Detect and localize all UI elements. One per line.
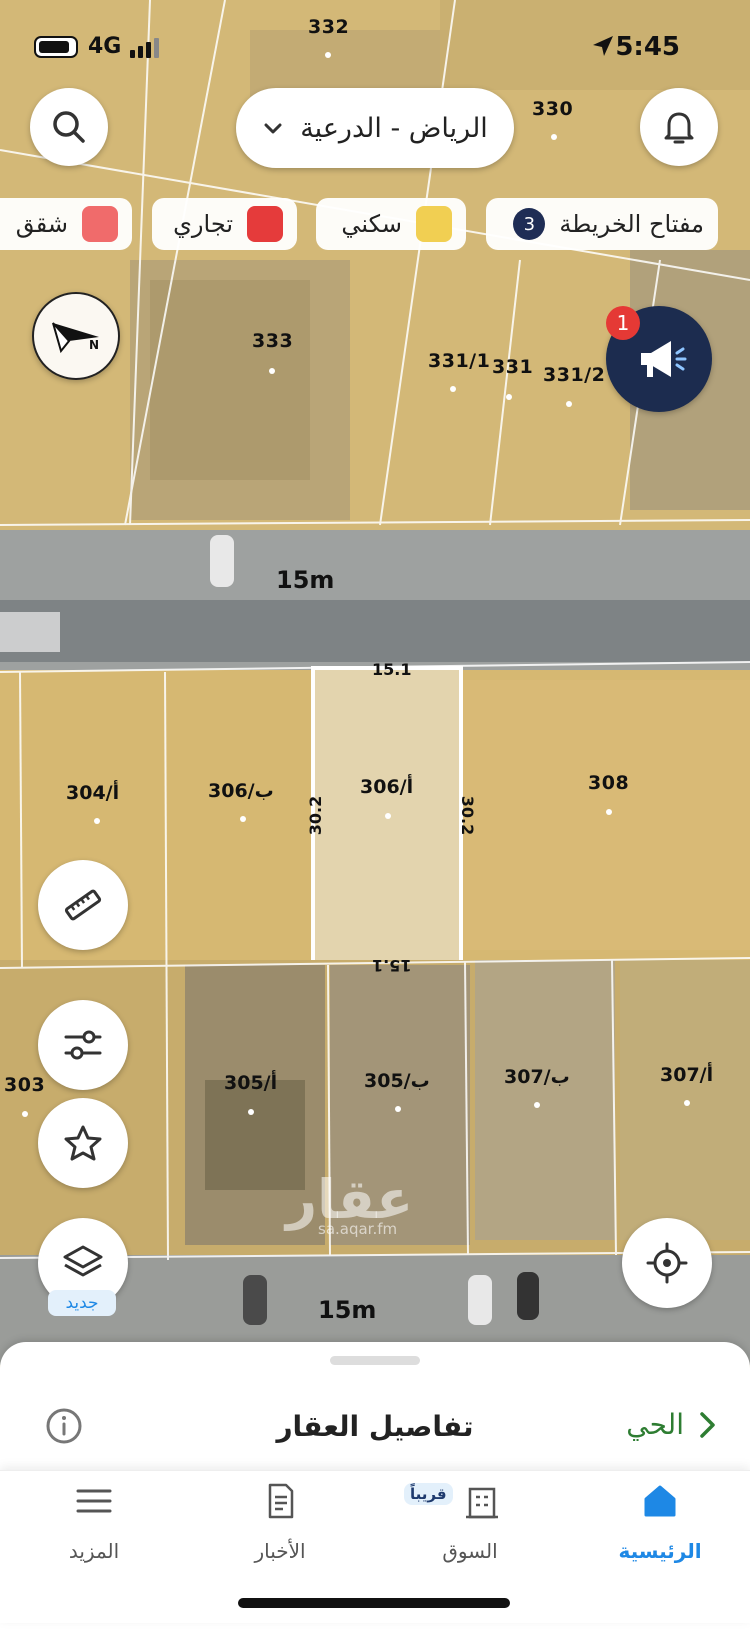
megaphone-icon [641,341,687,377]
chevron-right-icon [700,1411,715,1438]
signal-icon [130,38,162,58]
tab-label: المزيد [68,1539,120,1563]
search-icon [53,111,85,143]
crosshair-icon [646,1242,688,1284]
road-width-label: 15m [318,1296,377,1324]
notifications-button[interactable] [640,88,718,166]
apartments-swatch [82,206,118,242]
apartments-chip[interactable]: شقق [0,198,132,250]
tab-market[interactable]: قريباً السوق [400,1471,540,1581]
favorites-button[interactable] [38,1098,128,1188]
status-bar: 4G 5:45 [0,28,750,68]
layers-icon [63,1245,103,1277]
plot-label[interactable]: 333 [252,330,293,352]
residential-swatch [416,206,452,242]
plot-label[interactable]: 305/أ [224,1072,277,1094]
plot-dimension-right: 30.2 [458,795,478,836]
plot-marker [94,818,100,824]
chip-label: شقق [15,210,68,238]
road-width-label: 15m [276,566,335,594]
plot-marker [269,368,275,374]
plot-marker [506,394,512,400]
announcement-count-badge: 1 [606,306,640,340]
plot-marker [450,386,456,392]
star-icon [64,1125,102,1161]
plot-marker [551,134,557,140]
search-button[interactable] [30,88,108,166]
home-indicator[interactable] [238,1598,510,1608]
plot-label[interactable]: 307/ب [504,1066,570,1088]
menu-icon [76,1489,112,1513]
sheet-drag-handle[interactable] [330,1356,420,1365]
tab-label: السوق [442,1539,498,1563]
plot-label[interactable]: 305/ب [364,1070,430,1092]
neighborhood-label: الحي [626,1408,684,1441]
plot-label[interactable]: 331 [492,356,533,378]
plot-marker [22,1111,28,1117]
city-selector-label: الرياض - الدرعية [300,112,488,144]
plot-marker [395,1106,401,1112]
residential-chip[interactable]: سكني [316,198,466,250]
plot-dimension-top: 15.1 [372,660,412,679]
bell-icon [664,112,694,144]
clock: 5:45 [615,32,680,62]
network-type: 4G [88,34,122,59]
chip-label: تجاري [173,210,233,238]
chevron-down-icon [264,123,282,134]
watermark-url: sa.aqar.fm [318,1220,398,1238]
locate-me-button[interactable] [622,1218,712,1308]
svg-text:N: N [89,338,99,352]
plot-label[interactable]: 304/أ [66,782,119,804]
plot-marker [248,1109,254,1115]
plot-marker [534,1102,540,1108]
plot-marker [240,816,246,822]
measure-tool-button[interactable] [38,860,128,950]
coming-soon-badge: قريباً [404,1483,453,1505]
commercial-chip[interactable]: تجاري [152,198,297,250]
legend-count-badge: 3 [513,208,546,240]
plot-label[interactable]: 307/أ [660,1064,713,1086]
plot-label[interactable]: 331/2 [543,364,605,386]
map-legend-chip[interactable]: مفتاح الخريطة 3 [486,198,718,250]
plot-label[interactable]: 330 [532,98,573,120]
plot-label[interactable]: 306/ب [208,780,274,802]
battery-icon [34,36,78,58]
compass-icon: N [52,322,99,354]
plot-label[interactable]: 308 [588,772,629,794]
new-badge: جديد [48,1290,116,1316]
tab-label: الأخبار [254,1539,306,1563]
filter-button[interactable] [38,1000,128,1090]
plot-marker [566,401,572,407]
filter-sliders-icon [64,1030,102,1060]
news-icon [268,1483,294,1519]
neighborhood-link[interactable]: الحي [626,1408,718,1441]
chip-label: مفتاح الخريطة [559,210,704,238]
city-selector[interactable]: الرياض - الدرعية [236,88,514,168]
tab-home[interactable]: الرئيسية [590,1471,730,1581]
plot-dimension-left: 30.2 [306,795,326,836]
plot-marker [385,813,391,819]
plot-label-selected[interactable]: 306/أ [360,776,413,798]
home-icon [644,1485,676,1517]
building-icon [466,1487,498,1519]
plot-marker [606,809,612,815]
plot-dimension-bottom: 15.1 [372,956,412,975]
tab-news[interactable]: الأخبار [210,1471,350,1581]
tab-more[interactable]: المزيد [24,1471,164,1581]
plot-marker [684,1100,690,1106]
compass-button[interactable]: N [32,292,120,380]
ruler-icon [64,889,102,921]
commercial-swatch [247,206,283,242]
tab-label: الرئيسية [618,1539,702,1563]
plot-label[interactable]: 303 [4,1074,45,1096]
plot-label[interactable]: 331/1 [428,350,490,372]
chip-label: سكني [341,210,402,238]
location-arrow-icon [593,36,613,56]
